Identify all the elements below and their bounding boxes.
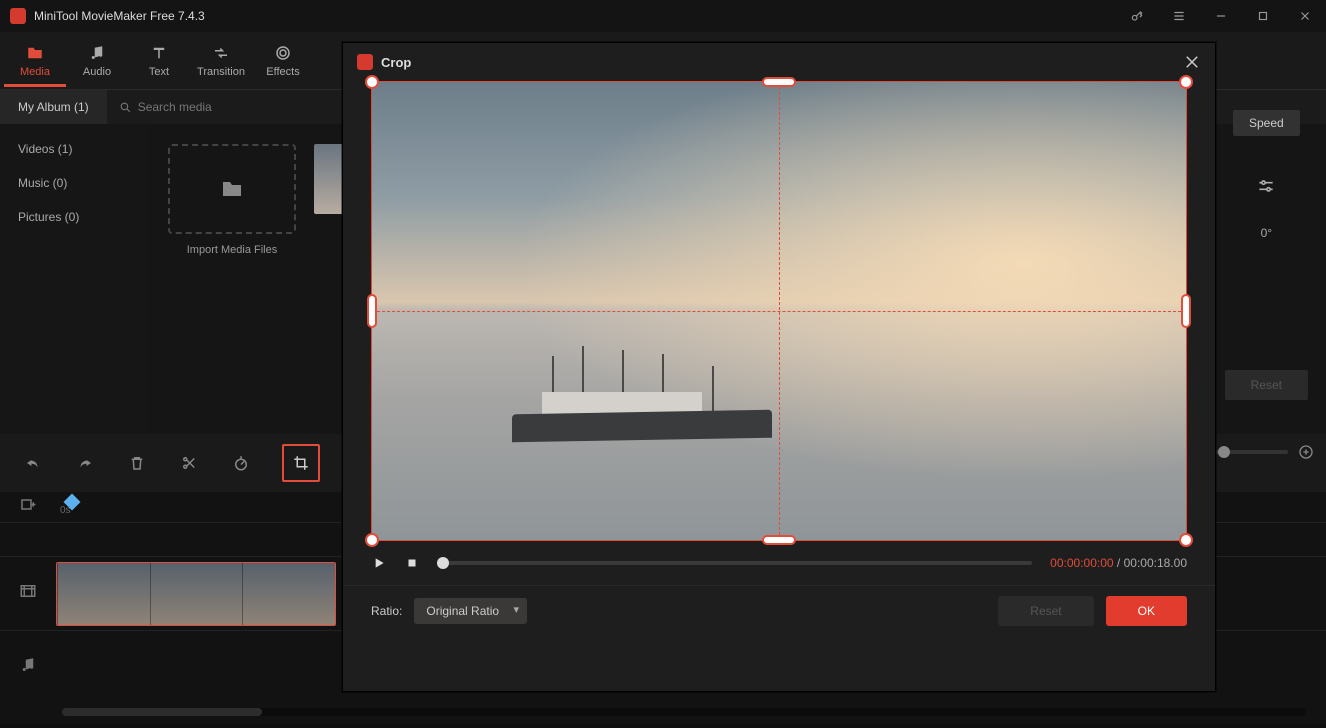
properties-reset-button[interactable]: Reset <box>1225 370 1308 400</box>
time-separator: / <box>1114 556 1124 570</box>
crop-tool-button[interactable] <box>282 444 320 482</box>
speed-label: Speed <box>1249 116 1284 130</box>
minimize-icon[interactable] <box>1200 0 1242 32</box>
preview-content-ship <box>512 350 772 440</box>
maximize-icon[interactable] <box>1242 0 1284 32</box>
dialog-title: Crop <box>381 55 1175 70</box>
transition-icon <box>211 44 231 62</box>
crop-grid-line <box>779 82 780 540</box>
sidebar-item-videos[interactable]: Videos (1) <box>0 132 148 166</box>
seek-knob[interactable] <box>437 557 449 569</box>
play-button[interactable] <box>371 555 387 571</box>
audio-track-icon <box>0 656 56 679</box>
crop-handle-top[interactable] <box>762 77 796 87</box>
search-icon <box>119 101 132 114</box>
tab-label: Media <box>20 66 50 78</box>
timeline-zoom <box>1208 444 1314 460</box>
album-tab-label: My Album (1) <box>18 100 89 114</box>
effects-icon <box>273 44 293 62</box>
sidebar-item-label: Pictures (0) <box>18 210 79 224</box>
tab-label: Audio <box>83 66 111 78</box>
video-track-icon <box>0 582 56 605</box>
app-icon <box>357 54 373 70</box>
sidebar-item-label: Music (0) <box>18 176 67 190</box>
total-time: 00:00:18.00 <box>1124 556 1187 570</box>
sidebar-item-pictures[interactable]: Pictures (0) <box>0 200 148 234</box>
album-tab[interactable]: My Album (1) <box>0 90 107 124</box>
add-track-icon[interactable] <box>0 497 56 520</box>
music-note-icon <box>87 44 107 62</box>
video-clip[interactable] <box>56 562 336 626</box>
redo-button[interactable] <box>74 452 96 474</box>
time-display: 00:00:00:00 / 00:00:18.00 <box>1050 556 1187 570</box>
split-button[interactable] <box>178 452 200 474</box>
search-placeholder: Search media <box>138 100 212 114</box>
menu-icon[interactable] <box>1158 0 1200 32</box>
tab-audio[interactable]: Audio <box>66 38 128 87</box>
crop-handle-tr[interactable] <box>1179 75 1193 89</box>
dialog-ok-button[interactable]: OK <box>1106 596 1187 626</box>
app-title: MiniTool MovieMaker Free 7.4.3 <box>34 9 205 23</box>
current-time: 00:00:00:00 <box>1050 556 1113 570</box>
ratio-label: Ratio: <box>371 604 402 618</box>
crop-dialog: Crop 00:00:00:00 / 00:00:18.00 <box>342 42 1216 692</box>
dialog-playback-controls: 00:00:00:00 / 00:00:18.00 <box>343 541 1215 585</box>
import-label: Import Media Files <box>168 244 296 256</box>
close-icon[interactable] <box>1284 0 1326 32</box>
media-sidebar: Videos (1) Music (0) Pictures (0) <box>0 124 148 434</box>
text-icon <box>149 44 169 62</box>
tab-transition[interactable]: Transition <box>190 38 252 87</box>
ok-label: OK <box>1138 604 1155 618</box>
app-icon <box>10 8 26 24</box>
reset-label: Reset <box>1030 604 1061 618</box>
folder-icon <box>218 177 246 201</box>
title-bar: MiniTool MovieMaker Free 7.4.3 <box>0 0 1326 32</box>
tab-text[interactable]: Text <box>128 38 190 87</box>
folder-icon <box>25 44 45 62</box>
clip-properties-panel: Speed 0° Reset <box>1225 110 1308 400</box>
zoom-in-icon[interactable] <box>1298 444 1314 460</box>
sidebar-item-music[interactable]: Music (0) <box>0 166 148 200</box>
dialog-reset-button[interactable]: Reset <box>998 596 1093 626</box>
import-media[interactable]: Import Media Files <box>168 144 296 414</box>
crop-handle-right[interactable] <box>1181 294 1191 328</box>
tab-label: Transition <box>197 66 245 78</box>
undo-button[interactable] <box>22 452 44 474</box>
dialog-title-bar: Crop <box>343 43 1215 81</box>
key-icon[interactable] <box>1116 0 1158 32</box>
ratio-select[interactable]: Original Ratio <box>414 598 527 624</box>
crop-handle-tl[interactable] <box>365 75 379 89</box>
rotation-value: 0° <box>1261 226 1272 240</box>
speed-tool-button[interactable] <box>230 452 252 474</box>
speed-button[interactable]: Speed <box>1233 110 1300 136</box>
crop-handle-left[interactable] <box>367 294 377 328</box>
crop-handle-bottom[interactable] <box>762 535 796 545</box>
crop-preview[interactable] <box>371 81 1187 541</box>
tab-label: Text <box>149 66 169 78</box>
tab-media[interactable]: Media <box>4 38 66 87</box>
delete-button[interactable] <box>126 452 148 474</box>
seek-bar[interactable] <box>437 561 1032 565</box>
dialog-bottom-bar: Ratio: Original Ratio Reset OK <box>343 585 1215 642</box>
crop-handle-bl[interactable] <box>365 533 379 547</box>
zoom-slider[interactable] <box>1208 450 1288 454</box>
crop-handle-br[interactable] <box>1179 533 1193 547</box>
stop-button[interactable] <box>405 556 419 570</box>
sidebar-item-label: Videos (1) <box>18 142 72 156</box>
dialog-close-button[interactable] <box>1183 53 1201 71</box>
tab-label: Effects <box>266 66 299 78</box>
ratio-value: Original Ratio <box>426 604 499 618</box>
tab-effects[interactable]: Effects <box>252 38 314 87</box>
timeline-scrollbar[interactable] <box>62 708 1306 716</box>
reset-label: Reset <box>1251 378 1282 392</box>
adjust-icon[interactable] <box>1256 176 1276 196</box>
